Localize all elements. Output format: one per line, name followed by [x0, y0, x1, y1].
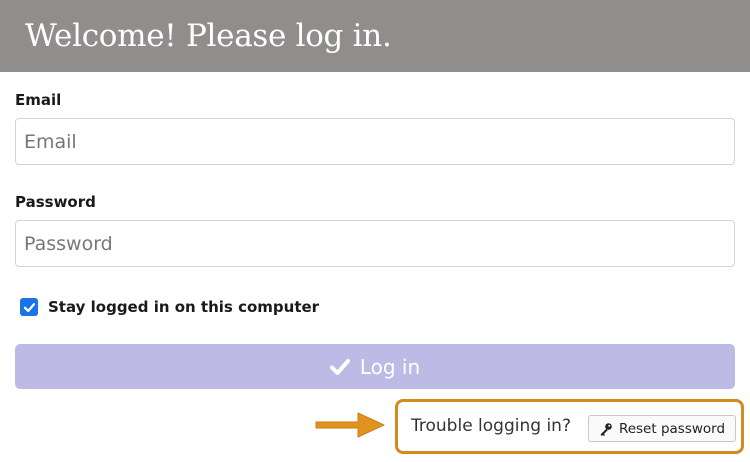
remember-me-checkbox[interactable]	[20, 298, 38, 316]
password-field[interactable]	[15, 220, 735, 267]
login-button-label: Log in	[359, 354, 421, 379]
trouble-logging-in-panel: Trouble logging in? Reset password	[395, 399, 744, 454]
email-label: Email	[15, 91, 62, 109]
email-field[interactable]	[15, 118, 735, 165]
arrow-right-icon	[315, 412, 385, 438]
trouble-logging-in-text: Trouble logging in?	[411, 416, 571, 436]
check-icon	[329, 358, 350, 375]
page-title: Welcome! Please log in.	[25, 18, 392, 54]
remember-me-row[interactable]: Stay logged in on this computer	[20, 298, 319, 316]
login-button[interactable]: Log in	[15, 344, 735, 389]
key-icon	[600, 422, 612, 436]
reset-password-button[interactable]: Reset password	[588, 415, 736, 442]
reset-password-label: Reset password	[618, 420, 726, 437]
page-header: Welcome! Please log in.	[0, 0, 750, 72]
remember-me-label: Stay logged in on this computer	[48, 298, 320, 316]
password-label: Password	[15, 193, 96, 211]
checkmark-icon	[23, 302, 35, 312]
